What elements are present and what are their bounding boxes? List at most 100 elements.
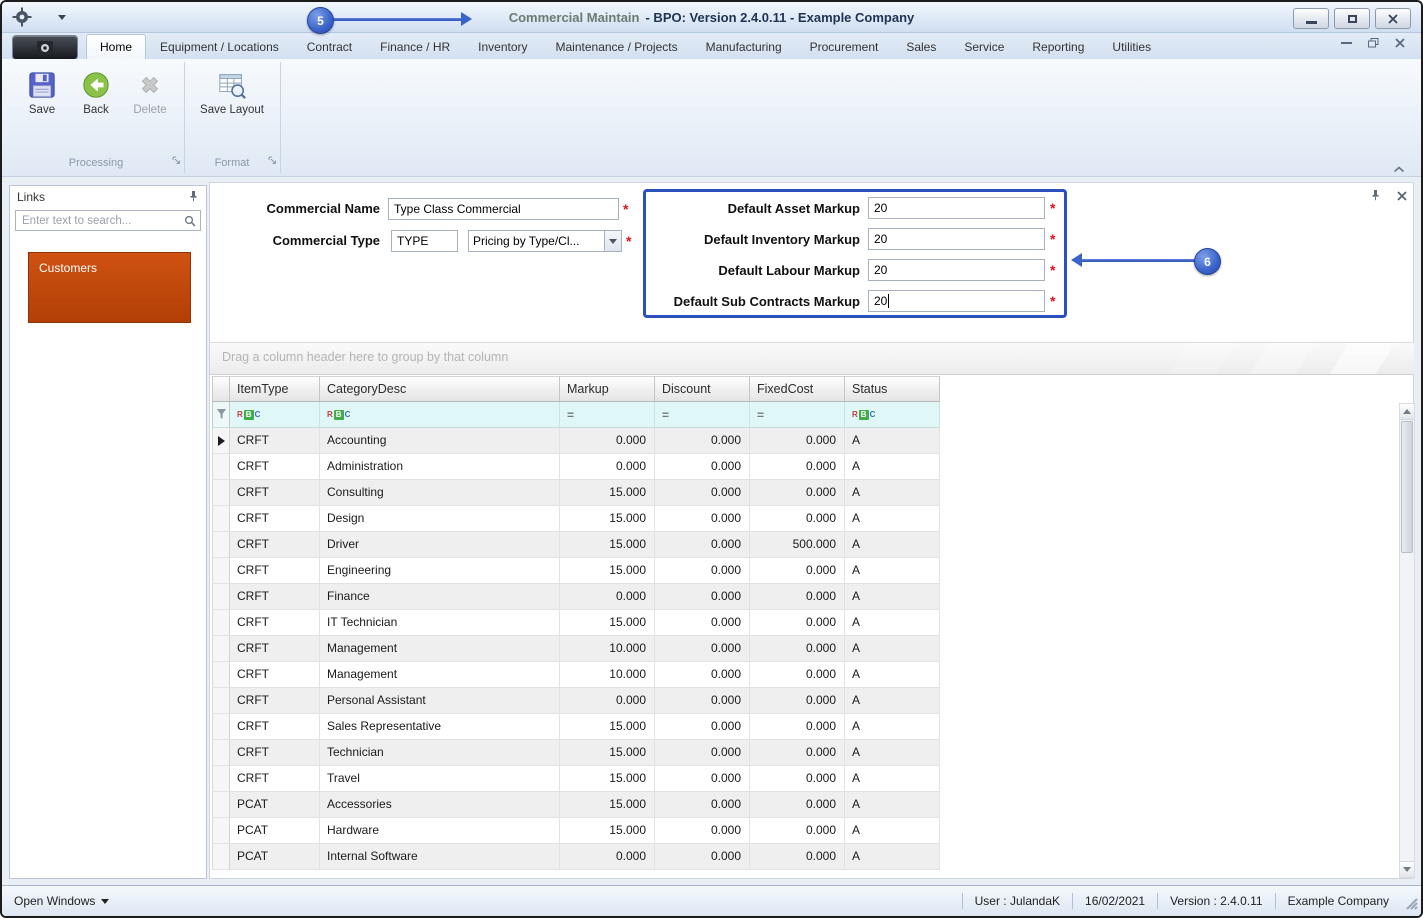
cell-markup: 10.000: [560, 662, 655, 688]
commercial-type-input[interactable]: [391, 230, 458, 252]
app-logo-icon: [37, 41, 53, 55]
table-row[interactable]: CRFTManagement10.0000.0000.000A: [212, 636, 940, 662]
cell-markup: 15.000: [560, 766, 655, 792]
tab-utilities[interactable]: Utilities: [1098, 34, 1165, 59]
maximize-button[interactable]: [1334, 8, 1370, 29]
default-inventory-markup-label: Default Inventory Markup: [648, 232, 860, 247]
table-row[interactable]: CRFTDesign15.0000.0000.000A: [212, 506, 940, 532]
cell-status: A: [845, 558, 940, 584]
save-button[interactable]: Save: [16, 66, 68, 116]
filter-cell-discount[interactable]: =: [655, 402, 750, 428]
cell-discount: 0.000: [655, 636, 750, 662]
cell-markup: 15.000: [560, 740, 655, 766]
default-labour-markup-input[interactable]: 20: [868, 259, 1045, 281]
table-row[interactable]: CRFTIT Technician15.0000.0000.000A: [212, 610, 940, 636]
table-row[interactable]: PCATInternal Software0.0000.0000.000A: [212, 844, 940, 870]
table-row[interactable]: CRFTConsulting15.0000.0000.000A: [212, 480, 940, 506]
column-header-discount[interactable]: Discount: [655, 376, 750, 402]
annotation-callout-5: 5: [307, 7, 334, 34]
minimize-button[interactable]: [1293, 8, 1329, 29]
open-windows-button[interactable]: Open Windows: [14, 886, 109, 916]
close-icon[interactable]: [1397, 188, 1407, 206]
dialog-launcher-icon[interactable]: [172, 152, 181, 170]
default-inventory-markup-input[interactable]: 20: [868, 228, 1045, 250]
table-row[interactable]: CRFTTravel15.0000.0000.000A: [212, 766, 940, 792]
filter-cell-categorydesc[interactable]: RBC: [320, 402, 560, 428]
default-sub-contracts-markup-input[interactable]: 20: [868, 290, 1045, 312]
tab-inventory[interactable]: Inventory: [464, 34, 541, 59]
tab-equipment-locations[interactable]: Equipment / Locations: [146, 34, 293, 59]
delete-button[interactable]: Delete: [122, 66, 178, 116]
ribbon-restore-icon[interactable]: [1368, 38, 1379, 48]
table-row[interactable]: CRFTAdministration0.0000.0000.000A: [212, 454, 940, 480]
tab-contract[interactable]: Contract: [293, 34, 366, 59]
table-row[interactable]: PCATAccessories15.0000.0000.000A: [212, 792, 940, 818]
equals-filter-icon: =: [662, 408, 669, 422]
tab-sales[interactable]: Sales: [892, 34, 950, 59]
ribbon-close-icon[interactable]: [1395, 38, 1405, 48]
tab-home[interactable]: Home: [86, 34, 146, 59]
annotation-callout-6: 6: [1194, 248, 1221, 275]
table-row[interactable]: CRFTTechnician15.0000.0000.000A: [212, 740, 940, 766]
back-button[interactable]: Back: [70, 66, 122, 116]
resize-grip[interactable]: [1405, 897, 1418, 913]
tab-maintenance-projects[interactable]: Maintenance / Projects: [542, 34, 692, 59]
table-row[interactable]: PCATHardware15.0000.0000.000A: [212, 818, 940, 844]
cell-status: A: [845, 636, 940, 662]
pricing-type-dropdown[interactable]: Pricing by Type/Cl...: [468, 230, 622, 252]
cell-fixedcost: 0.000: [750, 844, 845, 870]
cell-itemtype: CRFT: [230, 506, 320, 532]
table-row[interactable]: CRFTSales Representative15.0000.0000.000…: [212, 714, 940, 740]
application-menu-button[interactable]: [12, 35, 78, 60]
ribbon-minimize-icon[interactable]: [1341, 42, 1352, 44]
collapse-ribbon-icon[interactable]: [1393, 160, 1405, 178]
column-header-status[interactable]: Status: [845, 376, 940, 402]
tab-service[interactable]: Service: [950, 34, 1018, 59]
cell-itemtype: CRFT: [230, 558, 320, 584]
table-row[interactable]: CRFTPersonal Assistant0.0000.0000.000A: [212, 688, 940, 714]
table-row[interactable]: CRFTManagement10.0000.0000.000A: [212, 662, 940, 688]
scrollbar-thumb[interactable]: [1401, 421, 1413, 553]
close-button[interactable]: [1375, 8, 1411, 29]
commercial-type-label: Commercial Type: [212, 233, 380, 248]
scroll-up-button[interactable]: [1400, 404, 1414, 420]
tab-manufacturing[interactable]: Manufacturing: [692, 34, 796, 59]
commercial-name-input[interactable]: [388, 198, 619, 220]
table-row[interactable]: CRFTDriver15.0000.000500.000A: [212, 532, 940, 558]
cell-fixedcost: 0.000: [750, 610, 845, 636]
search-input[interactable]: [15, 210, 201, 231]
filter-funnel-icon: [217, 409, 226, 420]
dialog-launcher-icon[interactable]: [268, 152, 277, 170]
group-by-bar[interactable]: Drag a column header here to group by th…: [210, 342, 1414, 375]
column-header-fixedcost[interactable]: FixedCost: [750, 376, 845, 402]
status-right: User : JulandaK 16/02/2021 Version : 2.4…: [962, 886, 1401, 916]
filter-cell-markup[interactable]: =: [560, 402, 655, 428]
sidebar-item-customers[interactable]: Customers: [28, 252, 191, 323]
table-row[interactable]: CRFTFinance0.0000.0000.000A: [212, 584, 940, 610]
filter-cell-status[interactable]: RBC: [845, 402, 940, 428]
cell-discount: 0.000: [655, 740, 750, 766]
column-header-itemtype[interactable]: ItemType: [230, 376, 320, 402]
input-value: 20: [874, 232, 887, 246]
pin-icon[interactable]: [1370, 188, 1381, 206]
cell-categorydesc: Accessories: [320, 792, 560, 818]
column-header-markup[interactable]: Markup: [560, 376, 655, 402]
table-row[interactable]: CRFTEngineering15.0000.0000.000A: [212, 558, 940, 584]
pin-icon[interactable]: [188, 190, 199, 205]
tab-reporting[interactable]: Reporting: [1018, 34, 1098, 59]
markup-field-row: Default Inventory Markup20*: [648, 228, 1062, 250]
cell-markup: 15.000: [560, 818, 655, 844]
vertical-scrollbar[interactable]: [1399, 403, 1415, 878]
filter-cell-itemtype[interactable]: RBC: [230, 402, 320, 428]
dropdown-button[interactable]: [604, 231, 621, 251]
tab-finance-hr[interactable]: Finance / HR: [366, 34, 464, 59]
filter-cell-fixedcost[interactable]: =: [750, 402, 845, 428]
column-header-categorydesc[interactable]: CategoryDesc: [320, 376, 560, 402]
search-icon[interactable]: [184, 214, 196, 232]
tab-procurement[interactable]: Procurement: [796, 34, 893, 59]
scroll-down-button[interactable]: [1400, 861, 1414, 877]
table-row[interactable]: CRFTAccounting0.0000.0000.000A: [212, 428, 940, 454]
default-asset-markup-input[interactable]: 20: [868, 197, 1045, 219]
cell-discount: 0.000: [655, 610, 750, 636]
save-layout-button[interactable]: Save Layout: [192, 66, 272, 116]
